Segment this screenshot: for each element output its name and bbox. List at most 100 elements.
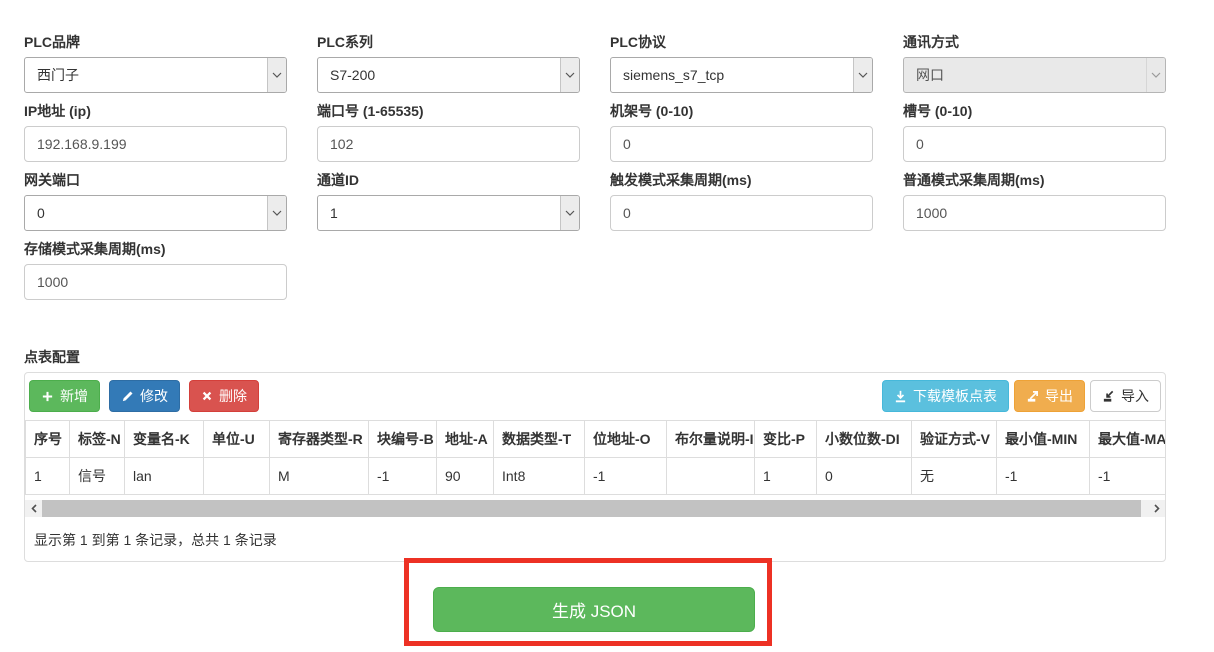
trigger-period-input[interactable]	[610, 195, 873, 231]
download-icon	[894, 390, 907, 403]
storage-period-input[interactable]	[24, 264, 287, 300]
chevron-down-icon	[560, 196, 579, 230]
column-header: 块编号-B	[369, 421, 437, 458]
edit-button[interactable]: 修改	[109, 380, 180, 412]
column-header: 变比-P	[755, 421, 817, 458]
comm-mode-select: 网口	[903, 57, 1166, 93]
channel-id-select[interactable]: 1	[317, 195, 580, 231]
port-input[interactable]	[317, 126, 580, 162]
plc-series-label: PLC系列	[317, 32, 580, 52]
delete-button[interactable]: 删除	[189, 380, 259, 412]
plc-config-page: PLC品牌 西门子 PLC系列 S7-200 PLC协议 siemens_s7_…	[0, 0, 1214, 652]
port-label: 端口号 (1-65535)	[317, 101, 580, 121]
column-header: 地址-A	[437, 421, 494, 458]
download-template-label: 下载模板点表	[913, 389, 997, 403]
column-header: 布尔量说明-I	[667, 421, 755, 458]
field-gateway-port: 网关端口 0	[24, 170, 287, 231]
point-table: 序号 标签-N 变量名-K 单位-U 寄存器类型-R 块编号-B 地址-A 数据…	[25, 420, 1165, 495]
generate-json-button[interactable]: 生成 JSON	[433, 587, 755, 632]
plc-brand-select[interactable]: 西门子	[24, 57, 287, 93]
select-value: 网口	[904, 65, 1146, 85]
export-button[interactable]: 导出	[1014, 380, 1085, 412]
normal-period-input[interactable]	[903, 195, 1166, 231]
toolbar-right-group: 下载模板点表 导出 导入	[882, 380, 1161, 412]
table-cell: lan	[125, 458, 204, 495]
add-button-label: 新增	[60, 389, 88, 403]
select-value: 1	[318, 205, 560, 221]
plus-icon	[41, 390, 54, 403]
table-cell: -1	[585, 458, 667, 495]
column-header: 序号	[26, 421, 70, 458]
channel-id-label: 通道ID	[317, 170, 580, 190]
select-value: 0	[25, 205, 267, 221]
chevron-down-icon	[267, 196, 286, 230]
gateway-port-label: 网关端口	[24, 170, 287, 190]
storage-period-label: 存储模式采集周期(ms)	[24, 239, 287, 259]
trigger-period-label: 触发模式采集周期(ms)	[610, 170, 873, 190]
ip-address-input[interactable]	[24, 126, 287, 162]
pencil-icon	[121, 390, 134, 403]
column-header: 单位-U	[204, 421, 270, 458]
delete-button-label: 删除	[219, 389, 247, 403]
table-cell: -1	[369, 458, 437, 495]
point-table-panel: 新增 修改 删除	[24, 372, 1166, 562]
plc-brand-label: PLC品牌	[24, 32, 287, 52]
field-trigger-period: 触发模式采集周期(ms)	[610, 170, 873, 231]
plc-protocol-select[interactable]: siemens_s7_tcp	[610, 57, 873, 93]
field-plc-series: PLC系列 S7-200	[317, 32, 580, 93]
table-cell: Int8	[494, 458, 585, 495]
column-header: 最大值-MAX	[1090, 421, 1166, 458]
rack-input[interactable]	[610, 126, 873, 162]
chevron-down-icon	[560, 58, 579, 92]
table-cell: 1	[26, 458, 70, 495]
column-header: 标签-N	[70, 421, 125, 458]
column-header: 位地址-O	[585, 421, 667, 458]
table-cell: M	[270, 458, 369, 495]
column-header: 验证方式-V	[912, 421, 997, 458]
scroll-right-icon[interactable]	[1148, 500, 1165, 517]
table-cell: 无	[912, 458, 997, 495]
field-normal-period: 普通模式采集周期(ms)	[903, 170, 1166, 231]
point-table-wrap: 序号 标签-N 变量名-K 单位-U 寄存器类型-R 块编号-B 地址-A 数据…	[25, 420, 1165, 495]
table-row[interactable]: 1 信号 lan M -1 90 Int8 -1 1 0 无 -1	[26, 458, 1166, 495]
field-plc-brand: PLC品牌 西门子	[24, 32, 287, 93]
horizontal-scrollbar[interactable]	[25, 500, 1165, 517]
field-plc-protocol: PLC协议 siemens_s7_tcp	[610, 32, 873, 93]
import-button[interactable]: 导入	[1090, 380, 1161, 412]
add-button[interactable]: 新增	[29, 380, 100, 412]
rack-label: 机架号 (0-10)	[610, 101, 873, 121]
field-slot: 槽号 (0-10)	[903, 101, 1166, 162]
field-comm-mode: 通讯方式 网口	[903, 32, 1166, 93]
column-header: 最小值-MIN	[997, 421, 1090, 458]
comm-mode-label: 通讯方式	[903, 32, 1166, 52]
x-icon	[201, 390, 213, 402]
plc-series-select[interactable]: S7-200	[317, 57, 580, 93]
column-header: 变量名-K	[125, 421, 204, 458]
export-icon	[1026, 390, 1039, 403]
table-cell: -1	[997, 458, 1090, 495]
import-icon	[1102, 390, 1115, 403]
normal-period-label: 普通模式采集周期(ms)	[903, 170, 1166, 190]
plc-form: PLC品牌 西门子 PLC系列 S7-200 PLC协议 siemens_s7_…	[24, 32, 1166, 308]
field-port: 端口号 (1-65535)	[317, 101, 580, 162]
column-header: 寄存器类型-R	[270, 421, 369, 458]
table-cell: -1	[1090, 458, 1166, 495]
download-template-button[interactable]: 下载模板点表	[882, 380, 1009, 412]
chevron-down-icon	[1146, 58, 1165, 92]
table-cell: 90	[437, 458, 494, 495]
table-cell	[204, 458, 270, 495]
gateway-port-select[interactable]: 0	[24, 195, 287, 231]
field-storage-period: 存储模式采集周期(ms)	[24, 239, 287, 300]
field-rack: 机架号 (0-10)	[610, 101, 873, 162]
point-table-title: 点表配置	[24, 347, 80, 367]
header-row: 序号 标签-N 变量名-K 单位-U 寄存器类型-R 块编号-B 地址-A 数据…	[26, 421, 1166, 458]
table-cell	[667, 458, 755, 495]
point-table-toolbar: 新增 修改 删除	[25, 373, 1165, 420]
scrollbar-thumb[interactable]	[42, 500, 1141, 517]
record-summary: 显示第 1 到第 1 条记录，总共 1 条记录	[25, 530, 1165, 550]
slot-input[interactable]	[903, 126, 1166, 162]
scroll-left-icon[interactable]	[25, 500, 42, 517]
table-cell: 1	[755, 458, 817, 495]
table-cell: 0	[817, 458, 912, 495]
toolbar-left-group: 新增 修改 删除	[29, 380, 259, 412]
